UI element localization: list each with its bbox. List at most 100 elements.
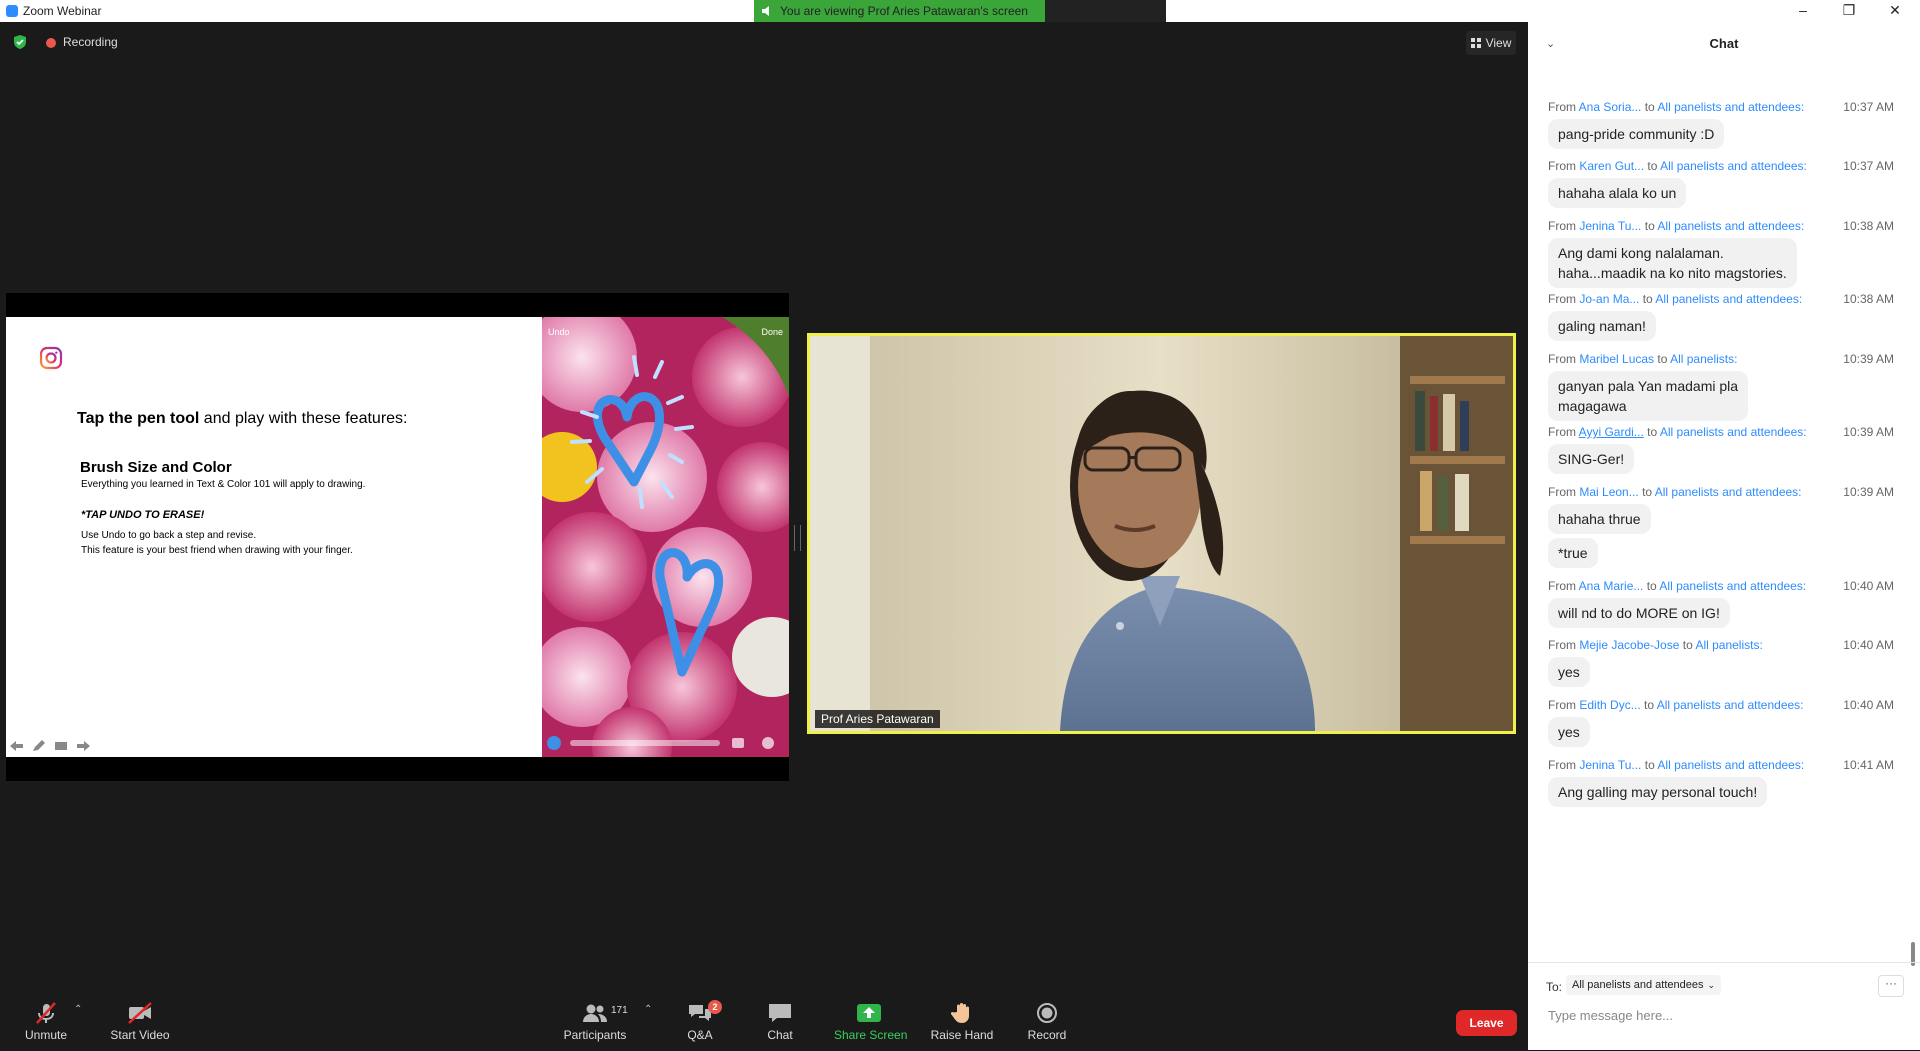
qa-button[interactable]: Q&A bbox=[680, 982, 720, 1050]
raise-hand-icon bbox=[950, 1003, 969, 1023]
raise-hand-button[interactable]: Raise Hand bbox=[930, 982, 994, 1050]
message-recipient: All panelists and attendees: bbox=[1655, 292, 1803, 306]
chat-header: ⌄ Chat bbox=[1528, 22, 1920, 58]
message-bubble: ganyan pala Yan madami pla magagawa bbox=[1548, 371, 1749, 421]
participants-button[interactable]: Participants bbox=[560, 982, 630, 1050]
speaker-icon bbox=[762, 6, 769, 16]
chat-scrollbar[interactable] bbox=[1910, 70, 1916, 966]
minimize-button[interactable]: – bbox=[1780, 0, 1826, 22]
message-bubble: pang-pride community :D bbox=[1548, 119, 1725, 149]
message-bubble: hahaha thrue bbox=[1548, 504, 1651, 534]
qa-label: Q&A bbox=[687, 1028, 713, 1042]
story-photo: Undo Done bbox=[542, 317, 789, 757]
qa-badge: 2 bbox=[708, 1000, 722, 1014]
chat-message-input[interactable] bbox=[1546, 1003, 1900, 1027]
close-button[interactable]: ✕ bbox=[1872, 0, 1918, 22]
participants-options-caret-icon[interactable]: ⌃ bbox=[644, 1004, 652, 1015]
message-sender[interactable]: Ana Marie... bbox=[1579, 579, 1644, 593]
message-sender[interactable]: Maribel Lucas bbox=[1579, 352, 1654, 366]
split-divider-handle[interactable] bbox=[794, 525, 801, 551]
message-time: 10:37 AM bbox=[1843, 159, 1894, 173]
message-recipient: All panelists: bbox=[1695, 638, 1763, 652]
message-bubble: *true bbox=[1548, 538, 1598, 568]
message-time: 10:39 AM bbox=[1843, 352, 1894, 366]
zoom-app-icon bbox=[6, 5, 18, 17]
recording-label: Recording bbox=[63, 35, 118, 49]
message-bubble: Ang galling may personal touch! bbox=[1548, 777, 1768, 807]
shared-screen[interactable]: Tap the pen tool and play with these fea… bbox=[6, 293, 789, 781]
message-bubble: yes bbox=[1548, 717, 1590, 747]
start-video-button[interactable]: Start Video bbox=[108, 982, 172, 1050]
restore-button[interactable]: ❐ bbox=[1826, 0, 1872, 22]
message-bubble: yes bbox=[1548, 657, 1590, 687]
grid-icon bbox=[1470, 38, 1481, 48]
chat-message-list[interactable]: From Ana Soria... to All panelists and a… bbox=[1528, 70, 1908, 970]
peony-image bbox=[542, 317, 789, 757]
message-sender[interactable]: Mai Leon... bbox=[1579, 485, 1638, 499]
viewing-status: You are viewing Prof Aries Patawaran's s… bbox=[754, 0, 1045, 22]
pen-icon[interactable] bbox=[32, 739, 46, 751]
message-recipient: All panelists and attendees: bbox=[1657, 219, 1805, 233]
audio-options-caret-icon[interactable]: ⌃ bbox=[74, 1004, 82, 1015]
speaker-video[interactable]: Prof Aries Patawaran bbox=[807, 333, 1516, 734]
chat-icon bbox=[769, 1004, 791, 1022]
recipient-select-value: All panelists and attendees bbox=[1572, 979, 1704, 991]
message-sender[interactable]: Jenina Tu... bbox=[1579, 758, 1641, 772]
message-sender[interactable]: Jo-an Ma... bbox=[1579, 292, 1639, 306]
message-header: From Karen Gut... to All panelists and a… bbox=[1548, 159, 1894, 173]
recording-dot-icon bbox=[46, 38, 56, 48]
message-header: From Mai Leon... to All panelists and at… bbox=[1548, 485, 1894, 499]
speaker-video-frame bbox=[810, 336, 1513, 731]
participants-count: 171 bbox=[611, 1005, 628, 1016]
message-sender[interactable]: Jenina Tu... bbox=[1579, 219, 1641, 233]
story-undo: Undo bbox=[548, 327, 570, 337]
share-screen-label: Share Screen bbox=[834, 1028, 908, 1042]
participants-icon bbox=[583, 1004, 607, 1022]
message-time: 10:40 AM bbox=[1843, 579, 1894, 593]
slide: Tap the pen tool and play with these fea… bbox=[6, 317, 542, 757]
message-bubble: hahaha alala ko un bbox=[1548, 178, 1687, 208]
share-screen-icon bbox=[857, 1004, 881, 1022]
chevron-down-icon: ⌄ bbox=[1141, 5, 1150, 16]
unmute-label: Unmute bbox=[24, 1028, 68, 1042]
message-time: 10:39 AM bbox=[1843, 485, 1894, 499]
chat-label: Chat bbox=[767, 1028, 793, 1042]
message-header: From Maribel Lucas to All panelists: 10:… bbox=[1548, 352, 1894, 366]
message-sender[interactable]: Edith Dyc... bbox=[1579, 698, 1640, 712]
more-options-button[interactable]: ··· bbox=[1878, 975, 1904, 997]
viewing-text: You are viewing Prof Aries Patawaran's s… bbox=[780, 4, 1028, 18]
record-button[interactable]: Record bbox=[1024, 982, 1070, 1050]
meeting-toolbar: Unmute ⌃ Start Video Participants 171 ⌃ … bbox=[0, 982, 1528, 1050]
message-header: From Jo-an Ma... to All panelists and at… bbox=[1548, 292, 1894, 306]
arrow-right-icon[interactable] bbox=[76, 739, 90, 751]
recipient-select[interactable]: All panelists and attendees ⌄ bbox=[1566, 975, 1722, 995]
message-sender[interactable]: Mejie Jacobe-Jose bbox=[1579, 638, 1679, 652]
message-time: 10:37 AM bbox=[1843, 100, 1894, 114]
leave-button[interactable]: Leave bbox=[1456, 1010, 1517, 1036]
slide-tip-line: Use Undo to go back a step and revise. bbox=[81, 530, 257, 541]
message-sender[interactable]: Ana Soria... bbox=[1579, 100, 1642, 114]
message-bubble: galing naman! bbox=[1548, 311, 1656, 341]
message-time: 10:39 AM bbox=[1843, 425, 1894, 439]
message-sender[interactable]: Karen Gut... bbox=[1579, 159, 1644, 173]
title-bar: Zoom Webinar You are viewing Prof Aries … bbox=[0, 0, 1920, 22]
view-layout-button[interactable]: View bbox=[1466, 31, 1516, 55]
message-sender[interactable]: Ayyi Gardi... bbox=[1579, 425, 1644, 439]
message-recipient: All panelists and attendees: bbox=[1659, 425, 1807, 439]
message-bubble: Ang dami kong nalalaman. haha...maadik n… bbox=[1548, 238, 1797, 288]
view-label: View bbox=[1485, 36, 1512, 50]
message-recipient: All panelists and attendees: bbox=[1656, 698, 1804, 712]
window-title: Zoom Webinar bbox=[23, 4, 102, 18]
share-screen-button[interactable]: Share Screen bbox=[834, 982, 908, 1050]
view-options-button[interactable]: View Options ⌄ bbox=[1045, 0, 1166, 22]
slide-heading: Tap the pen tool and play with these fea… bbox=[77, 410, 408, 427]
video-camera-off-icon bbox=[128, 1002, 152, 1024]
shield-icon bbox=[14, 35, 26, 49]
arrow-left-icon[interactable] bbox=[10, 739, 24, 751]
unmute-button[interactable]: Unmute bbox=[20, 982, 72, 1050]
chat-button[interactable]: Chat bbox=[760, 982, 800, 1050]
record-icon bbox=[1037, 1003, 1057, 1023]
to-label: To: bbox=[1546, 980, 1563, 994]
slide-section-text: Everything you learned in Text & Color 1… bbox=[81, 479, 366, 490]
slides-icon[interactable] bbox=[54, 739, 68, 751]
